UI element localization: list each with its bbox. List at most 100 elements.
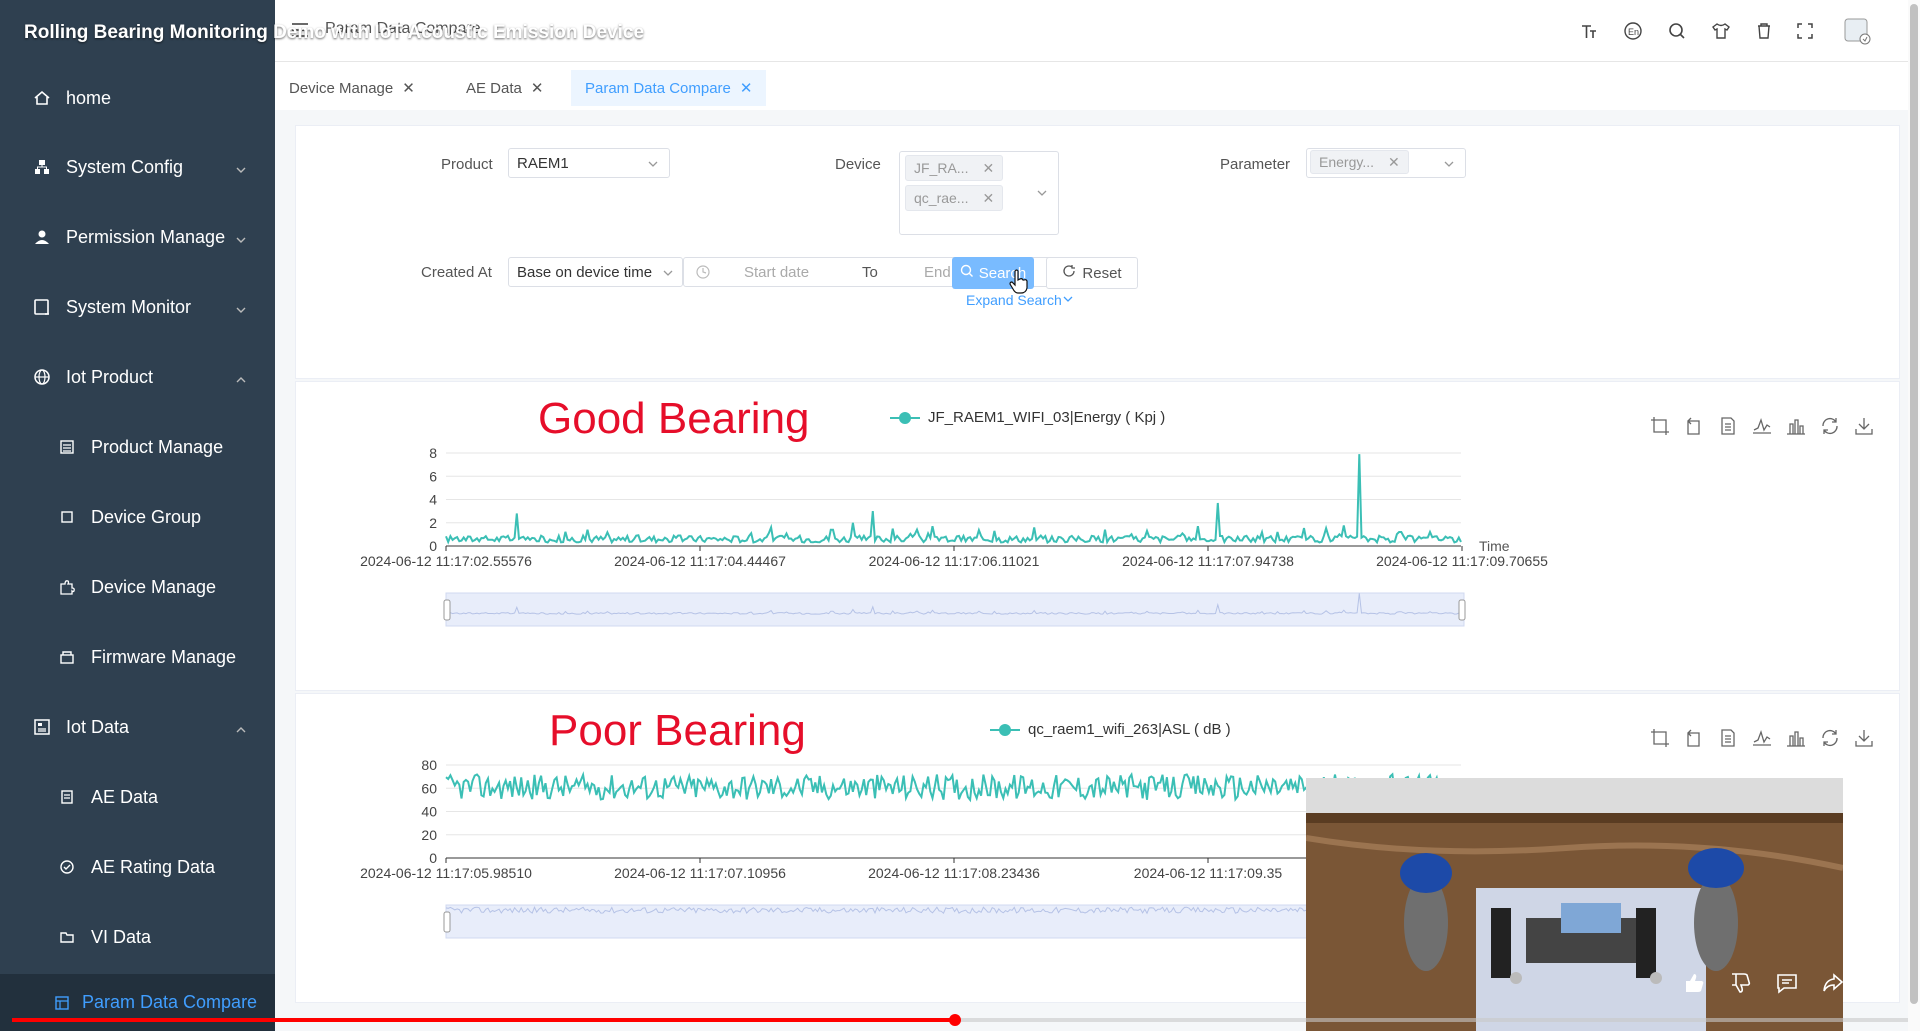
reset-button[interactable]: Reset [1046, 257, 1138, 289]
zoom-icon[interactable] [1648, 414, 1672, 438]
scrollbar-thumb[interactable] [1910, 4, 1918, 1004]
device-tag-label: qc_rae... [914, 190, 969, 206]
line-chart-icon[interactable] [1750, 414, 1774, 438]
folder-icon [57, 927, 77, 947]
video-progress-knob[interactable] [949, 1014, 961, 1026]
download-icon[interactable] [1852, 414, 1876, 438]
y-tick-label: 0 [429, 538, 437, 554]
sidebar-item-label: Param Data Compare [82, 992, 258, 1012]
box-icon [57, 647, 77, 667]
tab-ae-data[interactable]: AE Data ✕ [452, 70, 557, 106]
close-icon[interactable]: ✕ [982, 160, 994, 177]
mouse-cursor-icon [1008, 269, 1030, 300]
legend-marker-icon [890, 411, 920, 425]
sidebar-item-label: System Monitor [66, 296, 192, 317]
monitor-icon [32, 297, 52, 317]
close-icon[interactable]: ✕ [402, 79, 415, 97]
video-actions [1680, 968, 1894, 998]
tab-device-manage[interactable]: Device Manage ✕ [275, 70, 429, 106]
sidebar-item-permission-manage[interactable]: Permission Manage [0, 212, 275, 262]
created-at-label: Created At [421, 264, 492, 281]
close-icon[interactable]: ✕ [1388, 154, 1400, 171]
legend-label: qc_raem1_wifi_263|ASL ( dB ) [1028, 721, 1231, 738]
sidebar-item-product-manage[interactable]: Product Manage [0, 422, 275, 472]
close-icon[interactable]: ✕ [740, 79, 753, 97]
compare-icon [52, 993, 72, 1013]
device-select[interactable]: JF_RA... ✕ qc_rae... ✕ [899, 151, 1059, 235]
device-label: Device [835, 156, 881, 173]
chevron-down-icon [1036, 186, 1048, 203]
close-icon[interactable]: ✕ [982, 190, 994, 207]
thumbs-down-icon[interactable] [1726, 968, 1756, 998]
y-tick-label: 20 [421, 827, 437, 843]
sidebar-item-firmware-manage[interactable]: Firmware Manage [0, 632, 275, 682]
data-view-icon[interactable] [1716, 414, 1740, 438]
sidebar-item-vi-data[interactable]: VI Data [0, 912, 275, 962]
x-tick-label: 2024-06-12 11:17:04.44467 [614, 553, 786, 569]
sidebar-item-ae-data[interactable]: AE Data [0, 772, 275, 822]
sidebar-item-iot-data[interactable]: Iot Data [0, 702, 275, 752]
product-select[interactable]: RAEM1 [508, 148, 670, 178]
y-tick-label: 2 [429, 515, 437, 531]
zoom-reset-icon[interactable] [1682, 414, 1706, 438]
more-icon[interactable] [1864, 968, 1894, 998]
tabs-bar: Device Manage ✕ AE Data ✕ Param Data Com… [275, 62, 1920, 110]
y-tick-label: 8 [429, 445, 437, 461]
parameter-label: Parameter [1220, 156, 1291, 173]
sidebar-item-label: Device Group [91, 506, 202, 527]
theme-shirt-icon[interactable] [1710, 20, 1732, 42]
chevron-up-icon [235, 720, 247, 741]
sidebar-item-system-monitor[interactable]: System Monitor [0, 282, 275, 332]
language-icon[interactable]: En [1622, 20, 1644, 42]
trash-icon[interactable] [1753, 20, 1775, 42]
fullscreen-icon[interactable] [1794, 20, 1816, 42]
y-tick-label: 40 [421, 804, 437, 820]
x-axis-label: Time [1479, 538, 1510, 554]
start-date-input[interactable]: Start date [744, 264, 809, 281]
sidebar-item-system-config[interactable]: System Config [0, 142, 275, 192]
line-chart-icon[interactable] [1750, 726, 1774, 750]
comments-icon[interactable] [1772, 968, 1802, 998]
scrollbar[interactable] [1908, 0, 1920, 1031]
font-size-icon[interactable] [1578, 20, 1600, 42]
download-icon[interactable] [1852, 726, 1876, 750]
created-mode-select[interactable]: Base on device time [508, 257, 683, 287]
sidebar-item-iot-product[interactable]: Iot Product [0, 352, 275, 402]
sidebar-item-home[interactable]: home [0, 73, 275, 123]
device-tag: JF_RA... ✕ [905, 155, 1004, 181]
video-progress-fill [12, 1018, 955, 1022]
sidebar-item-device-manage[interactable]: Device Manage [0, 562, 275, 612]
bar-chart-icon[interactable] [1784, 414, 1808, 438]
chevron-down-icon [235, 230, 247, 251]
parameter-select[interactable]: Energy... ✕ [1306, 148, 1466, 178]
sidebar-item-device-group[interactable]: Device Group [0, 492, 275, 542]
sidebar-item-label: home [66, 87, 112, 108]
good-bearing-label: Good Bearing [538, 394, 810, 443]
created-mode-value: Base on device time [517, 264, 653, 281]
rating-icon [57, 857, 77, 877]
y-tick-label: 80 [421, 757, 437, 773]
share-icon[interactable] [1818, 968, 1848, 998]
thumbs-up-icon[interactable] [1680, 968, 1710, 998]
zoom-reset-icon[interactable] [1682, 726, 1706, 750]
search-icon[interactable] [1666, 20, 1688, 42]
sidebar-item-ae-rating-data[interactable]: AE Rating Data [0, 842, 275, 892]
bar-chart-icon[interactable] [1784, 726, 1808, 750]
zoom-icon[interactable] [1648, 726, 1672, 750]
data-view-icon[interactable] [1716, 726, 1740, 750]
device-tag-label: JF_RA... [914, 160, 969, 176]
search-panel: Product RAEM1 Device JF_RA... ✕ qc_rae...… [295, 125, 1900, 379]
chart-card-good: Good Bearing JF_RAEM1_WIFI_03|Energy ( K… [295, 381, 1900, 691]
good-bearing-chart[interactable]: 0 2 4 6 8 2024-06-12 11:17:02.55576 2024-06-12… [296, 440, 1856, 690]
close-icon[interactable]: ✕ [531, 79, 544, 97]
restore-icon[interactable] [1818, 726, 1842, 750]
chevron-down-icon [235, 300, 247, 321]
avatar[interactable] [1842, 16, 1872, 46]
video-title: Rolling Bearing Monitoring Demo with IoT… [24, 22, 645, 43]
sidebar-item-label: Device Manage [91, 576, 217, 597]
chart-legend[interactable]: qc_raem1_wifi_263|ASL ( dB ) [990, 721, 1231, 738]
chart-legend[interactable]: JF_RAEM1_WIFI_03|Energy ( Kpj ) [890, 409, 1165, 426]
tab-param-data-compare[interactable]: Param Data Compare ✕ [571, 70, 767, 106]
sidebar-item-param-data-compare[interactable]: Param Data Compare [0, 974, 275, 1031]
restore-icon[interactable] [1818, 414, 1842, 438]
